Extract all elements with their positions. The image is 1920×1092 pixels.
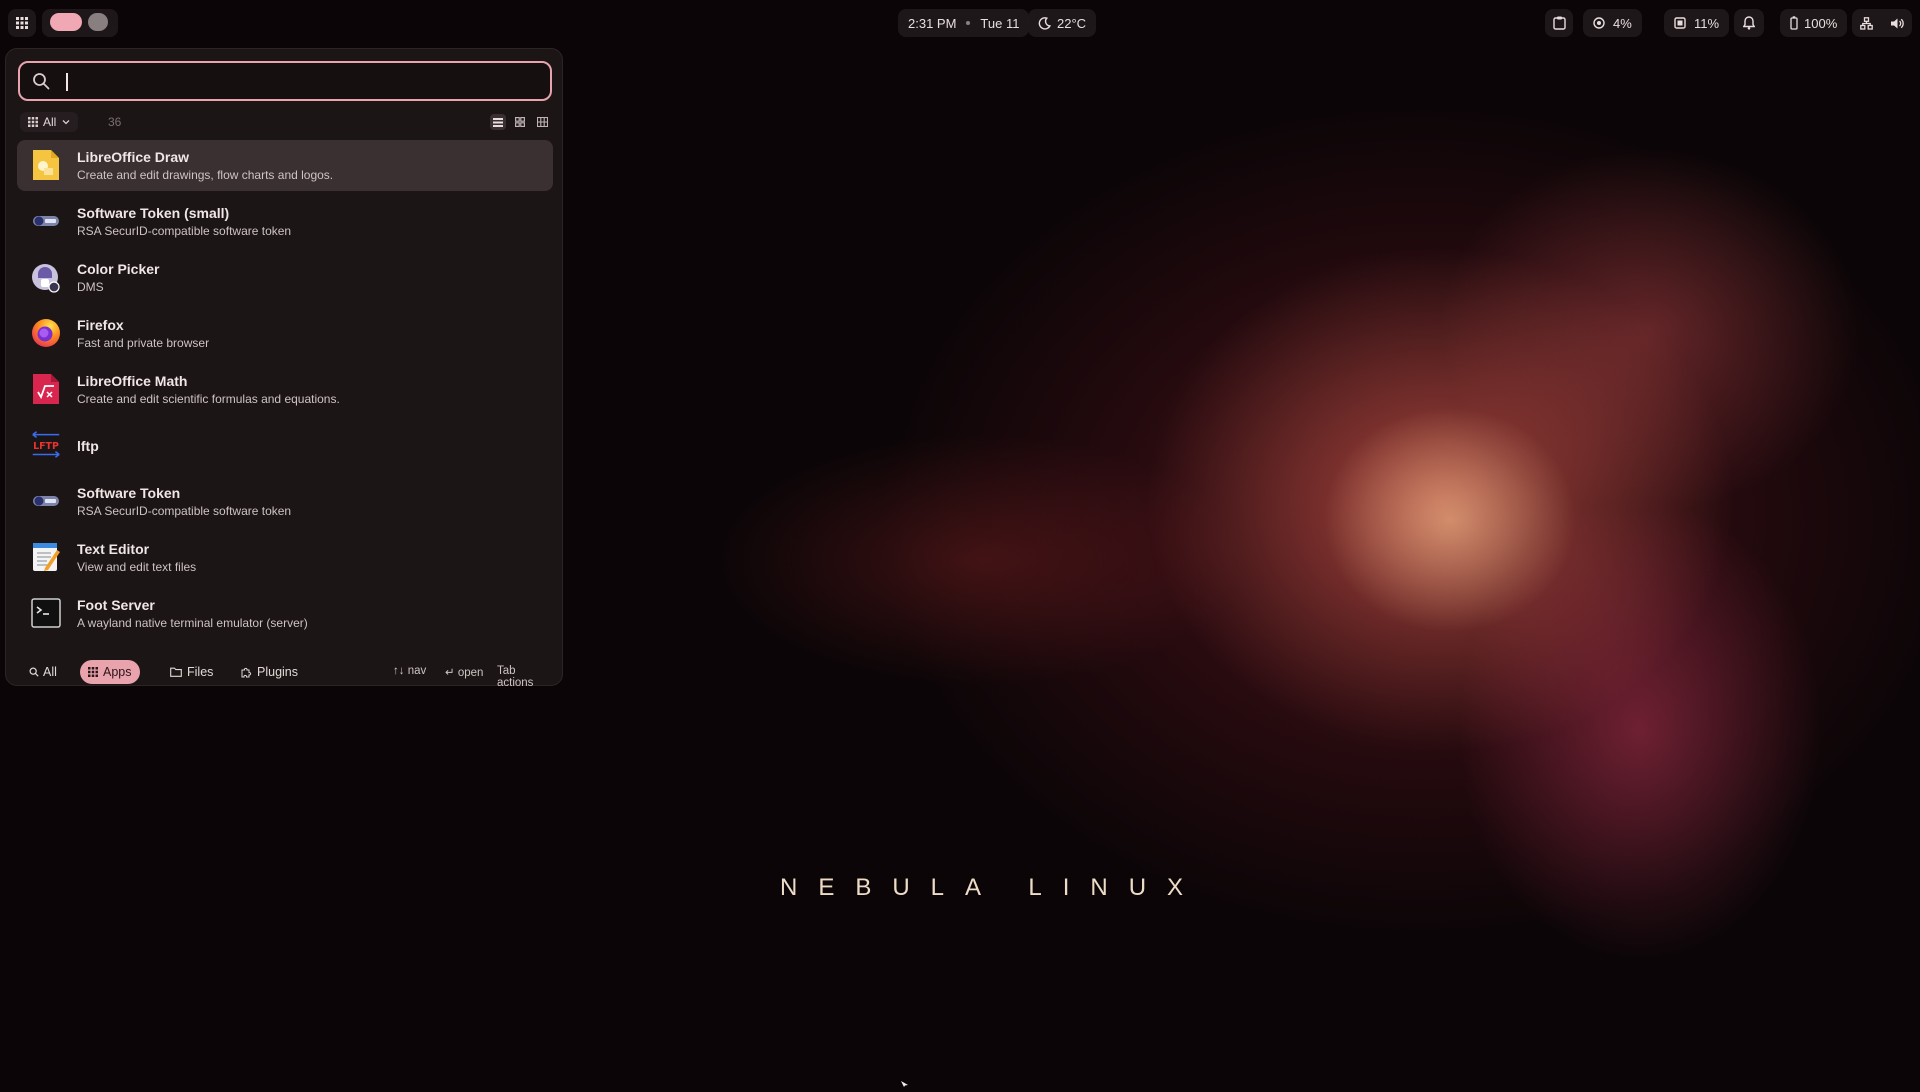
puzzle-icon [241,667,252,678]
hint-open: ↵ open [445,667,484,679]
weather-temp: 22°C [1057,15,1087,31]
libreoffice-math-icon [29,372,63,406]
hint-actions: Tab actions [497,665,534,689]
tab-all-label: All [43,665,57,679]
battery-icon [1790,16,1798,30]
workspace-2[interactable] [88,13,108,31]
terminal-icon [29,596,63,630]
app-name: Text Editor [77,541,150,557]
search-box[interactable] [18,61,552,101]
app-launcher-button[interactable] [8,9,36,37]
app-description: View and edit text files [77,560,197,574]
app-results-list: LibreOffice Draw Create and edit drawing… [17,140,553,644]
hint-navigate: ↑↓ nav [393,665,427,677]
app-description: DMS [77,280,104,294]
lftp-icon-label: LFTP [33,441,59,452]
tab-apps-label: Apps [103,665,132,679]
bell-icon [1743,16,1755,30]
folder-icon [170,667,182,677]
memory-usage: 11% [1694,15,1720,31]
lftp-icon: LFTP [29,428,63,462]
text-editor-icon [29,540,63,574]
app-name: Software Token (small) [77,205,230,221]
launcher-footer: All Apps Files Plugins ↑↓ nav ↵ open Tab… [17,658,553,689]
battery-widget[interactable]: 100% [1780,9,1848,37]
category-filter-dropdown[interactable]: All [20,112,79,132]
battery-level: 100% [1804,15,1838,31]
list-item[interactable]: Software Token RSA SecurID-compatible so… [17,476,553,527]
clock-separator [966,21,971,25]
app-launcher-panel: All 36 LibreOffice Draw Create and edit … [5,48,563,689]
clock-widget[interactable]: 2:31 PM Tue 11 [898,9,1030,37]
list-item[interactable]: Color Picker DMS [17,252,553,303]
chevron-down-icon [62,119,70,125]
app-description: Create and edit drawings, flow charts an… [77,168,334,182]
search-input[interactable] [64,70,538,94]
grid-icon [16,17,28,29]
tab-files[interactable]: Files [162,660,221,684]
tab-plugins-label: Plugins [257,665,298,679]
moon-icon [1038,16,1051,30]
search-icon [32,72,50,90]
software-token-icon [29,484,63,518]
app-description: RSA SecurID-compatible software token [77,504,292,518]
app-name: LibreOffice Draw [77,149,190,165]
app-description: Create and edit scientific formulas and … [77,392,340,406]
libreoffice-draw-icon [29,148,63,182]
mouse-cursor-icon [901,1074,909,1092]
result-count: 36 [108,115,122,129]
cpu-usage: 4% [1613,15,1632,31]
list-item[interactable]: Text Editor View and edit text files [17,532,553,583]
compact-grid-view-button[interactable] [534,114,550,130]
memory-widget[interactable]: 11% [1664,9,1730,37]
clock-time: 2:31 PM [908,15,957,31]
tab-files-label: Files [187,665,214,679]
wallpaper-brand-text: NEBULA LINUX [780,874,1205,901]
list-item[interactable]: Foot Server A wayland native terminal em… [17,588,553,639]
volume-icon[interactable] [1890,17,1904,30]
cpu-widget[interactable]: 4% [1583,9,1642,37]
list-item[interactable]: LibreOffice Draw Create and edit drawing… [17,140,553,191]
clock-date: Tue 11 [980,15,1020,31]
top-bar: 2:31 PM Tue 11 22°C 4% 11% 100% [0,0,1920,46]
list-item[interactable]: Software Token (small) RSA SecurID-compa… [17,196,553,247]
clipboard-icon [1552,16,1566,30]
list-item[interactable]: LibreOffice Math Create and edit scienti… [17,364,553,415]
app-name: Software Token [77,485,181,501]
app-name: Firefox [77,317,124,333]
list-view-button[interactable] [490,114,506,130]
software-token-icon [29,204,63,238]
app-name: LibreOffice Math [77,373,188,389]
app-name: Foot Server [77,597,155,613]
app-name: Color Picker [77,261,160,277]
app-description: RSA SecurID-compatible software token [77,224,292,238]
network-icon[interactable] [1860,16,1874,30]
tab-all[interactable]: All [21,660,65,684]
tab-plugins[interactable]: Plugins [233,660,306,684]
app-description: A wayland native terminal emulator (serv… [77,616,308,630]
system-tray[interactable] [1852,9,1912,37]
text-caret [66,73,68,91]
workspace-1-active[interactable] [50,13,82,31]
firefox-icon [29,316,63,350]
tab-apps[interactable]: Apps [80,660,140,684]
cpu-icon [1593,17,1605,29]
app-description: Fast and private browser [77,336,210,350]
grid-view-button[interactable] [512,114,528,130]
list-item[interactable]: LFTP lftp [17,420,553,471]
category-filter-label: All [43,115,57,129]
app-name: lftp [77,438,99,454]
color-picker-icon [29,260,63,294]
filter-row: All 36 [20,112,550,134]
search-icon [29,667,39,677]
grid-icon [88,667,98,677]
weather-widget[interactable]: 22°C [1028,9,1097,37]
list-item[interactable]: Firefox Fast and private browser [17,308,553,359]
memory-icon [1674,17,1686,29]
notifications-button[interactable] [1734,9,1764,37]
grid-icon [28,117,38,127]
clipboard-button[interactable] [1545,9,1573,37]
